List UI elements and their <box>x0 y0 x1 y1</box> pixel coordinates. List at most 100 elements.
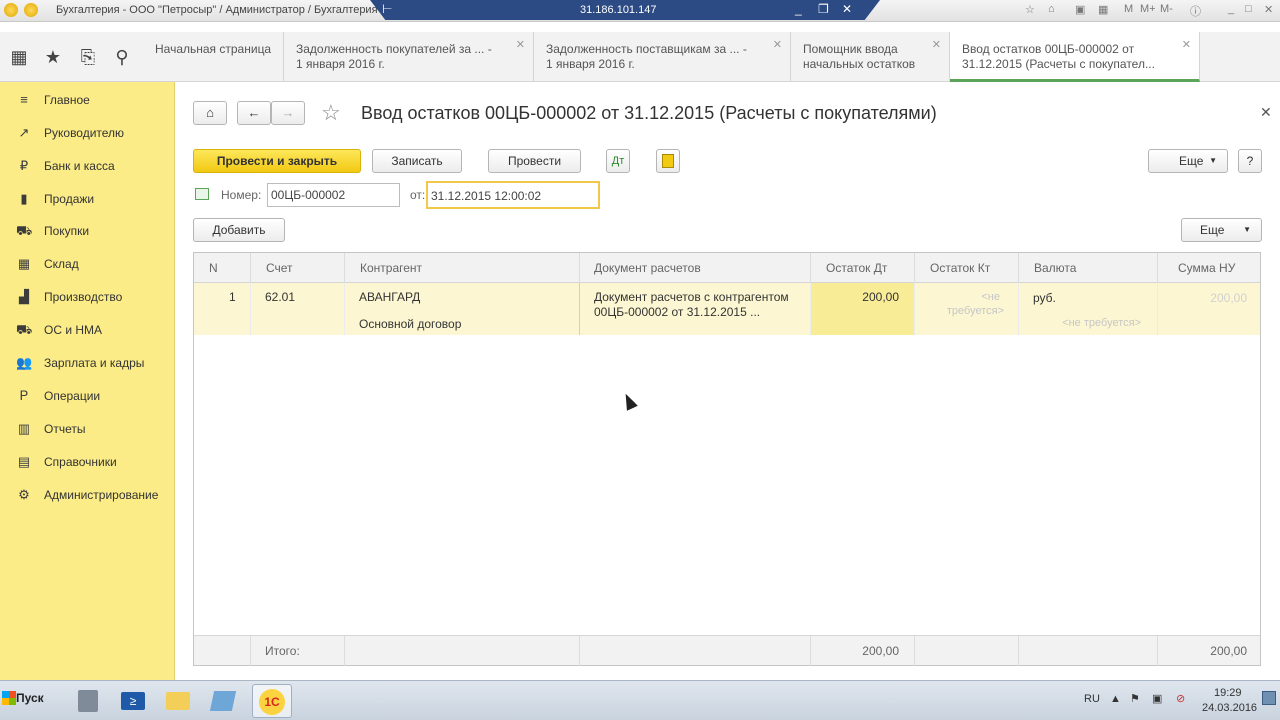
volume-muted-icon[interactable]: ⊘ <box>1176 692 1185 705</box>
close-icon[interactable]: ✕ <box>842 2 852 16</box>
sidebar-item-administration[interactable]: ⚙ Администрирование <box>0 483 175 507</box>
restore-icon[interactable]: □ <box>1245 3 1252 15</box>
minimize-icon[interactable]: _ <box>1228 3 1234 15</box>
expand-tray-icon[interactable]: ▲ <box>1110 693 1121 705</box>
taskbar-app-server-manager[interactable] <box>68 684 108 718</box>
journal-entries-icon[interactable]: Дт <box>606 149 630 173</box>
date-field[interactable]: 31.12.2015 12:00:02 <box>426 181 600 209</box>
menu-dropdown-icon[interactable] <box>24 3 38 17</box>
action-center-flag-icon[interactable]: ⚑ <box>1130 692 1140 705</box>
cell-account[interactable]: 62.01 <box>251 283 345 335</box>
column-header-debit[interactable]: Остаток Дт <box>811 253 915 283</box>
close-icon[interactable]: ✕ <box>1182 38 1191 53</box>
column-header-sum-nu[interactable]: Сумма НУ <box>1158 253 1262 283</box>
sidebar-item-bank-cash[interactable]: ₽ Банк и касса <box>0 154 175 178</box>
close-icon[interactable]: ✕ <box>1264 3 1273 16</box>
favorites-star-icon[interactable]: ★ <box>42 46 64 68</box>
number-field[interactable]: 00ЦБ-000002 <box>267 183 400 207</box>
forward-button[interactable]: → <box>271 101 305 125</box>
1c-logo-icon: 1С <box>259 689 285 715</box>
sidebar-item-warehouse[interactable]: ▦ Склад <box>0 252 175 276</box>
close-icon[interactable]: ✕ <box>1260 104 1272 121</box>
page-title: Ввод остатков 00ЦБ-000002 от 31.12.2015 … <box>361 103 937 123</box>
clock-time[interactable]: 19:29 <box>1214 687 1242 699</box>
clipboard-icon[interactable]: ▣ <box>1075 3 1085 16</box>
chevron-down-icon: ▼ <box>1209 156 1217 165</box>
column-header-credit[interactable]: Остаток Кт <box>915 253 1019 283</box>
cell-debit[interactable]: 200,00 <box>811 283 915 335</box>
contract-value: Основной договор <box>359 317 462 331</box>
home-icon[interactable]: ⌂ <box>1048 3 1055 15</box>
minimize-icon[interactable]: _ <box>795 2 802 16</box>
close-icon[interactable]: ✕ <box>773 38 782 53</box>
close-icon[interactable]: ✕ <box>516 38 525 53</box>
back-button[interactable]: ← <box>237 101 271 125</box>
save-button[interactable]: Записать <box>372 149 462 173</box>
calendar-icon[interactable]: ▦ <box>1098 3 1108 16</box>
cell-settlement-doc[interactable]: Документ расчетов с контрагентом 00ЦБ-00… <box>580 283 811 335</box>
sidebar-item-purchases[interactable]: ⛟ Покупки <box>0 219 175 243</box>
sidebar-item-operations[interactable]: Ꮲ Операции <box>0 384 175 408</box>
taskbar-app-powershell[interactable]: ≥ <box>113 684 153 718</box>
info-icon[interactable]: ⓘ <box>1190 3 1201 19</box>
help-button[interactable]: ? <box>1238 149 1262 173</box>
search-icon[interactable]: ⚲ <box>111 46 133 68</box>
footer-cell <box>1019 636 1158 666</box>
close-icon[interactable]: ✕ <box>932 38 941 53</box>
tab-balance-entry[interactable]: Ввод остатков 00ЦБ-000002 от 31.12.2015 … <box>950 32 1200 82</box>
favorite-star-icon[interactable]: ☆ <box>321 100 341 126</box>
sidebar-item-directories[interactable]: ▤ Справочники <box>0 450 175 474</box>
pin-icon[interactable]: ⊢ <box>382 2 392 16</box>
taskbar-app-explorer[interactable] <box>158 684 198 718</box>
sidebar-item-salary-hr[interactable]: 👥 Зарплата и кадры <box>0 351 175 375</box>
star-icon[interactable]: ☆ <box>1025 3 1035 16</box>
taskbar-app-1c[interactable]: 1С <box>252 684 292 718</box>
cell-n[interactable]: 1 <box>194 283 251 335</box>
remote-desktop-icon <box>209 691 237 711</box>
table-row[interactable]: 1 62.01 АВАНГАРД Основной договор Докуме… <box>194 283 1260 335</box>
language-indicator[interactable]: RU <box>1084 693 1100 705</box>
memory-minus-button[interactable]: M- <box>1160 3 1173 15</box>
apps-grid-icon[interactable]: ▦ <box>8 46 30 68</box>
post-button[interactable]: Провести <box>488 149 581 173</box>
cell-credit[interactable]: <не требуется> <box>915 283 1019 335</box>
tab-supplier-debt[interactable]: Задолженность поставщикам за ... - 1 янв… <box>534 32 791 82</box>
restore-icon[interactable]: ❐ <box>818 2 829 16</box>
memory-plus-button[interactable]: M+ <box>1140 3 1156 15</box>
start-button[interactable]: Пуск <box>0 689 44 715</box>
taskbar-app-remote-desktop[interactable] <box>203 684 243 718</box>
post-and-close-button[interactable]: Провести и закрыть <box>193 149 361 173</box>
rdp-address: 31.186.101.147 <box>580 4 657 16</box>
sidebar-item-sales[interactable]: ▮ Продажи <box>0 187 175 211</box>
tab-label: Задолженность поставщикам за ... - <box>546 42 747 56</box>
counterparty-value: АВАНГАРД <box>359 290 421 304</box>
report-icon[interactable] <box>656 149 680 173</box>
memory-m-button[interactable]: M <box>1124 3 1133 15</box>
sidebar-item-main[interactable]: ≡ Главное <box>0 88 175 112</box>
column-header-counterparty[interactable]: Контрагент <box>345 253 580 283</box>
debit-total: 200,00 <box>862 644 899 658</box>
column-header-account[interactable]: Счет <box>251 253 345 283</box>
history-icon[interactable]: ⎘ <box>77 46 99 68</box>
table-more-button[interactable]: Еще ▼ <box>1181 218 1262 242</box>
cell-sum-nu[interactable]: 200,00 <box>1158 283 1262 335</box>
cell-counterparty[interactable]: АВАНГАРД Основной договор <box>345 283 580 335</box>
tab-opening-balances-assistant[interactable]: Помощник ввода начальных остатков ✕ <box>791 32 950 82</box>
column-header-n[interactable]: N <box>194 253 251 283</box>
more-button[interactable]: Еще ▼ <box>1148 149 1228 173</box>
add-row-button[interactable]: Добавить <box>193 218 285 242</box>
clock-date[interactable]: 24.03.2016 <box>1202 702 1257 714</box>
column-header-settlement-doc[interactable]: Документ расчетов <box>580 253 811 283</box>
tab-home[interactable]: Начальная страница <box>143 32 284 82</box>
book-icon: ▤ <box>17 454 31 469</box>
sidebar-item-fixed-assets[interactable]: ⛟ ОС и НМА <box>0 318 175 342</box>
sidebar-item-reports[interactable]: ▥ Отчеты <box>0 417 175 441</box>
sidebar-item-production[interactable]: ▟ Производство <box>0 285 175 309</box>
column-header-currency[interactable]: Валюта <box>1019 253 1158 283</box>
tab-customer-debt[interactable]: Задолженность покупателей за ... - 1 янв… <box>284 32 534 82</box>
cell-currency[interactable]: руб. <не требуется> <box>1019 283 1158 335</box>
sidebar-item-management[interactable]: ↗ Руководителю <box>0 121 175 145</box>
home-button[interactable]: ⌂ <box>193 101 227 125</box>
show-desktop-icon[interactable] <box>1262 691 1276 705</box>
network-icon[interactable]: ▣ <box>1152 692 1162 705</box>
